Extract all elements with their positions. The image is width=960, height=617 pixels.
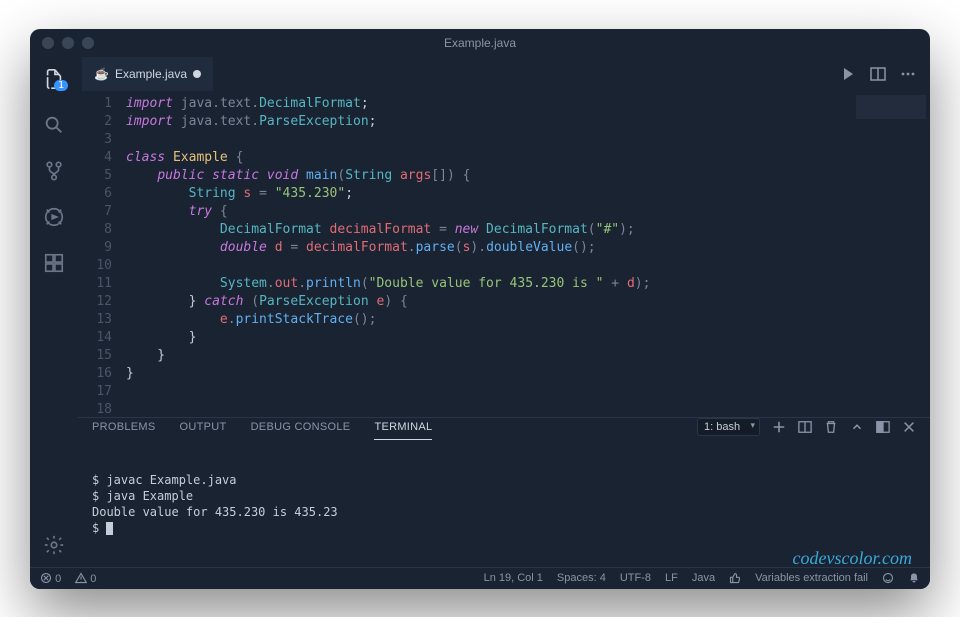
workbench: 1 ☕ Example.java: [30, 57, 930, 567]
tab-filename: Example.java: [115, 67, 187, 81]
new-terminal-icon[interactable]: [772, 420, 786, 434]
tab-problems[interactable]: PROBLEMS: [92, 421, 156, 433]
activity-bar: 1: [30, 57, 78, 567]
status-message[interactable]: Variables extraction fail: [755, 572, 868, 584]
source-control-icon[interactable]: [40, 157, 68, 185]
thumbs-icon[interactable]: [729, 572, 741, 584]
status-spaces[interactable]: Spaces: 4: [557, 572, 606, 584]
watermark: codevscolor.com: [793, 550, 912, 566]
terminal-output[interactable]: $ javac Example.java$ java ExampleDouble…: [78, 436, 930, 567]
tab-bar: ☕ Example.java: [78, 57, 930, 91]
status-cursor[interactable]: Ln 19, Col 1: [484, 572, 543, 584]
debug-icon[interactable]: [40, 203, 68, 231]
bottom-panel: PROBLEMS OUTPUT DEBUG CONSOLE TERMINAL 1…: [78, 417, 930, 567]
bell-icon[interactable]: [908, 572, 920, 584]
trash-icon[interactable]: [824, 420, 838, 434]
feedback-icon[interactable]: [882, 572, 894, 584]
code-editor[interactable]: 123456789101112131415161718 import java.…: [78, 91, 930, 417]
explorer-icon[interactable]: 1: [40, 65, 68, 93]
file-tab[interactable]: ☕ Example.java: [82, 57, 213, 91]
editor-actions: [840, 66, 930, 82]
panel-tabs: PROBLEMS OUTPUT DEBUG CONSOLE TERMINAL 1…: [78, 418, 930, 436]
unsaved-dot-icon: [193, 70, 201, 78]
code-content[interactable]: import java.text.DecimalFormat;import ja…: [126, 91, 930, 417]
editor-main: ☕ Example.java 1234567891011121314151617…: [78, 57, 930, 567]
chevron-up-icon[interactable]: [850, 420, 864, 434]
minimap[interactable]: [856, 95, 926, 155]
status-bar: 0 0 Ln 19, Col 1 Spaces: 4 UTF-8 LF Java…: [30, 567, 930, 589]
more-icon[interactable]: [900, 66, 916, 82]
search-icon[interactable]: [40, 111, 68, 139]
status-language[interactable]: Java: [692, 572, 715, 584]
maximize-panel-icon[interactable]: [876, 420, 890, 434]
tab-output[interactable]: OUTPUT: [180, 421, 227, 433]
status-errors[interactable]: 0: [40, 572, 61, 585]
split-editor-icon[interactable]: [870, 66, 886, 82]
status-eol[interactable]: LF: [665, 572, 678, 584]
java-file-icon: ☕: [94, 67, 109, 81]
explorer-badge: 1: [54, 80, 68, 91]
window-title: Example.java: [30, 36, 930, 50]
tab-debug-console[interactable]: DEBUG CONSOLE: [251, 421, 351, 433]
run-icon[interactable]: [840, 66, 856, 82]
terminal-selector[interactable]: 1: bash: [697, 418, 760, 436]
close-panel-icon[interactable]: [902, 420, 916, 434]
editor-window: Example.java 1: [30, 29, 930, 589]
status-warnings[interactable]: 0: [75, 572, 96, 585]
status-encoding[interactable]: UTF-8: [620, 572, 651, 584]
line-gutter: 123456789101112131415161718: [78, 91, 126, 417]
titlebar: Example.java: [30, 29, 930, 57]
settings-gear-icon[interactable]: [40, 531, 68, 559]
extensions-icon[interactable]: [40, 249, 68, 277]
split-terminal-icon[interactable]: [798, 420, 812, 434]
